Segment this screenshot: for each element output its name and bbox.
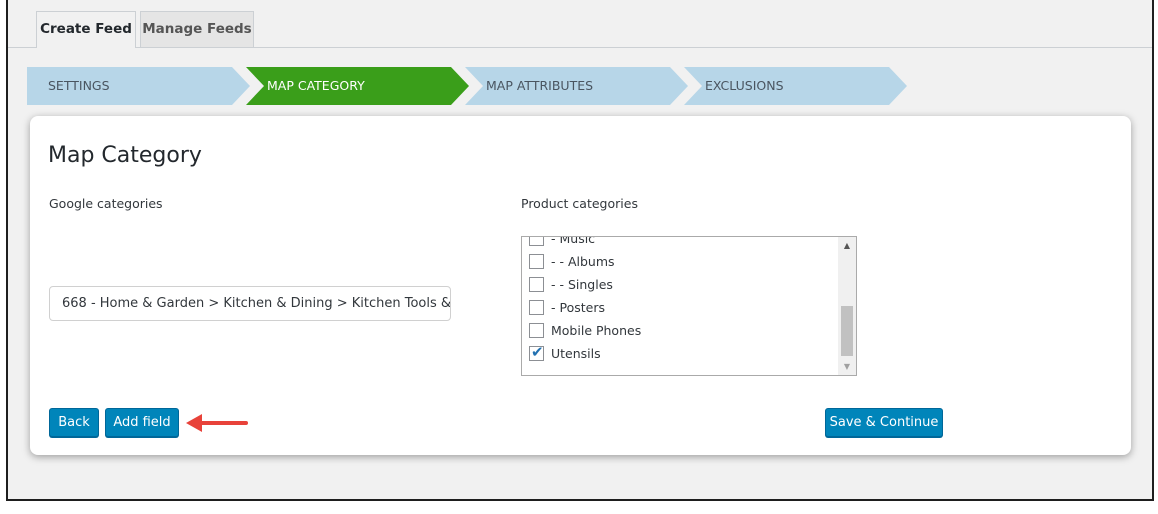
tab-manage-feeds[interactable]: Manage Feeds [140,11,254,47]
red-arrow-icon [186,414,248,432]
category-label: - - Albums [551,254,615,269]
page-title: Map Category [48,143,202,168]
category-checkbox[interactable] [529,323,544,338]
listbox-scrollbar[interactable]: ▲ ▼ [838,237,856,375]
tab-bar: Create Feed Manage Feeds [8,0,1152,48]
category-label: - Music [551,236,596,246]
checkmark-icon: ✔ [531,343,544,361]
category-label: - Posters [551,300,605,315]
step-map-attributes[interactable]: MAP ATTRIBUTES [465,67,688,105]
category-checkbox[interactable] [529,300,544,315]
add-field-button[interactable]: Add field [105,408,179,437]
list-item[interactable]: - - Albums [522,250,838,273]
google-category-input[interactable]: 668 - Home & Garden > Kitchen & Dining >… [49,286,451,321]
scroll-down-arrow-icon[interactable]: ▼ [838,358,856,375]
list-item[interactable]: - - Singles [522,273,838,296]
list-item[interactable]: Mobile Phones [522,319,838,342]
save-continue-button[interactable]: Save & Continue [825,408,943,437]
category-checkbox[interactable] [529,254,544,269]
category-checkbox[interactable] [529,237,544,246]
map-category-card: Map Category Google categories Product c… [30,116,1131,455]
step-exclusions[interactable]: EXCLUSIONS [684,67,907,105]
category-label: Mobile Phones [551,323,642,338]
product-categories-label: Product categories [521,196,638,211]
step-settings[interactable]: SETTINGS [27,67,250,105]
product-categories-list: - Music - - Albums - - Singles - Posters Mob… [522,236,838,365]
scroll-up-arrow-icon[interactable]: ▲ [838,237,856,254]
back-button[interactable]: Back [49,408,99,437]
step-map-category[interactable]: MAP CATEGORY [246,67,469,105]
list-item[interactable]: - Posters [522,296,838,319]
tab-create-feed[interactable]: Create Feed [36,11,136,48]
list-item[interactable]: - Music [522,236,838,250]
category-checkbox[interactable]: ✔ [529,343,544,361]
wizard-steps: SETTINGS MAP CATEGORY MAP ATTRIBUTES EXC… [27,67,907,105]
list-item[interactable]: ✔ Utensils [522,342,838,365]
scrollbar-thumb[interactable] [841,306,853,356]
google-categories-label: Google categories [49,196,163,211]
product-categories-listbox[interactable]: - Music - - Albums - - Singles - Posters Mob… [521,236,857,376]
category-label: Utensils [551,346,601,361]
feed-page: Create Feed Manage Feeds SETTINGS MAP CA… [6,0,1154,501]
category-label: - - Singles [551,277,613,292]
category-checkbox[interactable] [529,277,544,292]
